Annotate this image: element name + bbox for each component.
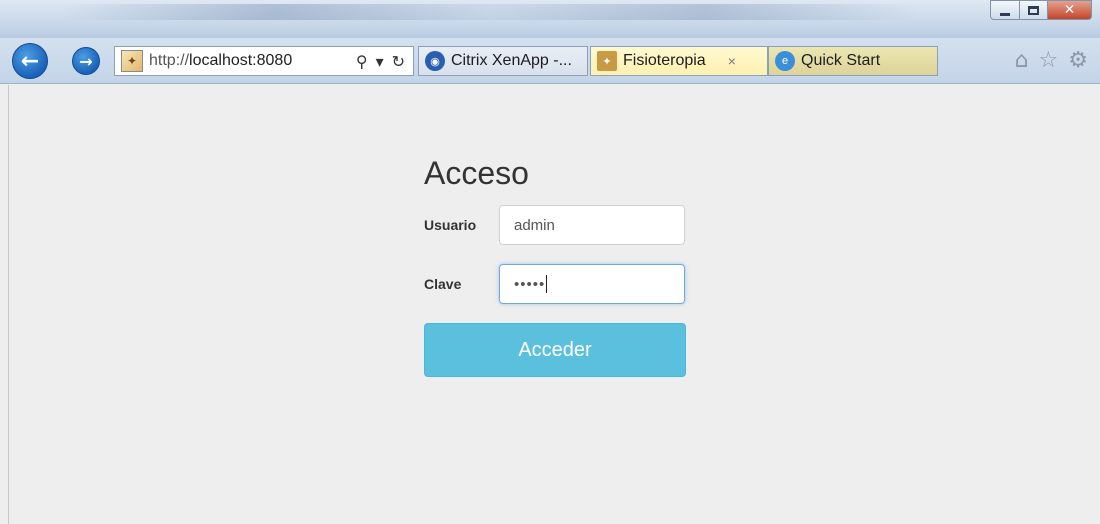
tab-label: Citrix XenApp -...	[451, 52, 572, 69]
close-window-button[interactable]: ✕	[1048, 0, 1092, 20]
favorites-star-icon[interactable]: ☆	[1039, 48, 1059, 73]
maximize-button[interactable]	[1020, 0, 1048, 20]
titlebar-blur	[60, 4, 920, 20]
tab-label: Fisioteropia	[623, 52, 706, 69]
home-icon[interactable]: ⌂	[1015, 48, 1029, 73]
settings-gear-icon[interactable]: ⚙	[1068, 48, 1088, 73]
username-row: Usuario admin	[424, 205, 685, 245]
tab-label: Quick Start	[801, 52, 881, 69]
refresh-icon[interactable]: ↻	[392, 52, 405, 71]
arrow-left-icon: ←	[20, 48, 40, 74]
username-value: admin	[514, 216, 555, 234]
password-label: Clave	[424, 276, 462, 292]
url-host: localhost:8080	[189, 52, 293, 69]
tomcat-icon: ✦	[121, 50, 143, 72]
window-controls: ✕	[990, 0, 1092, 20]
text-caret	[546, 275, 548, 293]
citrix-icon: ◉	[425, 51, 445, 71]
password-row: Clave •••••	[424, 264, 685, 304]
back-button[interactable]: ←	[12, 43, 48, 79]
password-value: •••••	[514, 275, 546, 293]
login-form: Acceso Usuario admin Clave ••••• Acceder	[424, 155, 686, 377]
url-prefix: http://	[149, 52, 190, 69]
tab-citrix[interactable]: ◉ Citrix XenApp -...	[418, 46, 588, 76]
arrow-right-icon: →	[79, 51, 93, 71]
username-label: Usuario	[424, 217, 477, 233]
tomcat-icon: ✦	[597, 51, 617, 71]
close-icon: ✕	[1063, 2, 1076, 18]
address-url[interactable]: http://localhost:8080	[149, 52, 292, 70]
password-input[interactable]: •••••	[499, 264, 685, 304]
acceder-button[interactable]: Acceder	[424, 323, 686, 377]
maximize-icon	[1028, 5, 1039, 15]
address-actions: ⚲ ▾ ↻	[356, 52, 413, 71]
tab-close-icon[interactable]: ×	[728, 53, 736, 69]
username-input[interactable]: admin	[499, 205, 685, 245]
tab-quick-start[interactable]: e Quick Start	[768, 46, 938, 76]
address-bar[interactable]: ✦ http://localhost:8080 ⚲ ▾ ↻	[114, 46, 414, 76]
login-title: Acceso	[424, 155, 529, 191]
tab-fisioterapia[interactable]: ✦ Fisioteropia ×	[590, 46, 768, 76]
ie-icon: e	[775, 51, 795, 71]
browser-navbar: ← → ✦ http://localhost:8080 ⚲ ▾ ↻ ◉ Citr…	[0, 38, 1100, 84]
minimize-button[interactable]	[990, 0, 1020, 20]
window-titlebar: ✕	[0, 0, 1100, 38]
toolbar-right: ⌂ ☆ ⚙	[1015, 48, 1088, 73]
forward-button[interactable]: →	[72, 47, 100, 75]
minimize-icon	[1000, 12, 1010, 16]
dropdown-icon[interactable]: ▾	[376, 52, 384, 71]
search-icon[interactable]: ⚲	[356, 52, 368, 71]
page-content	[8, 85, 1100, 524]
